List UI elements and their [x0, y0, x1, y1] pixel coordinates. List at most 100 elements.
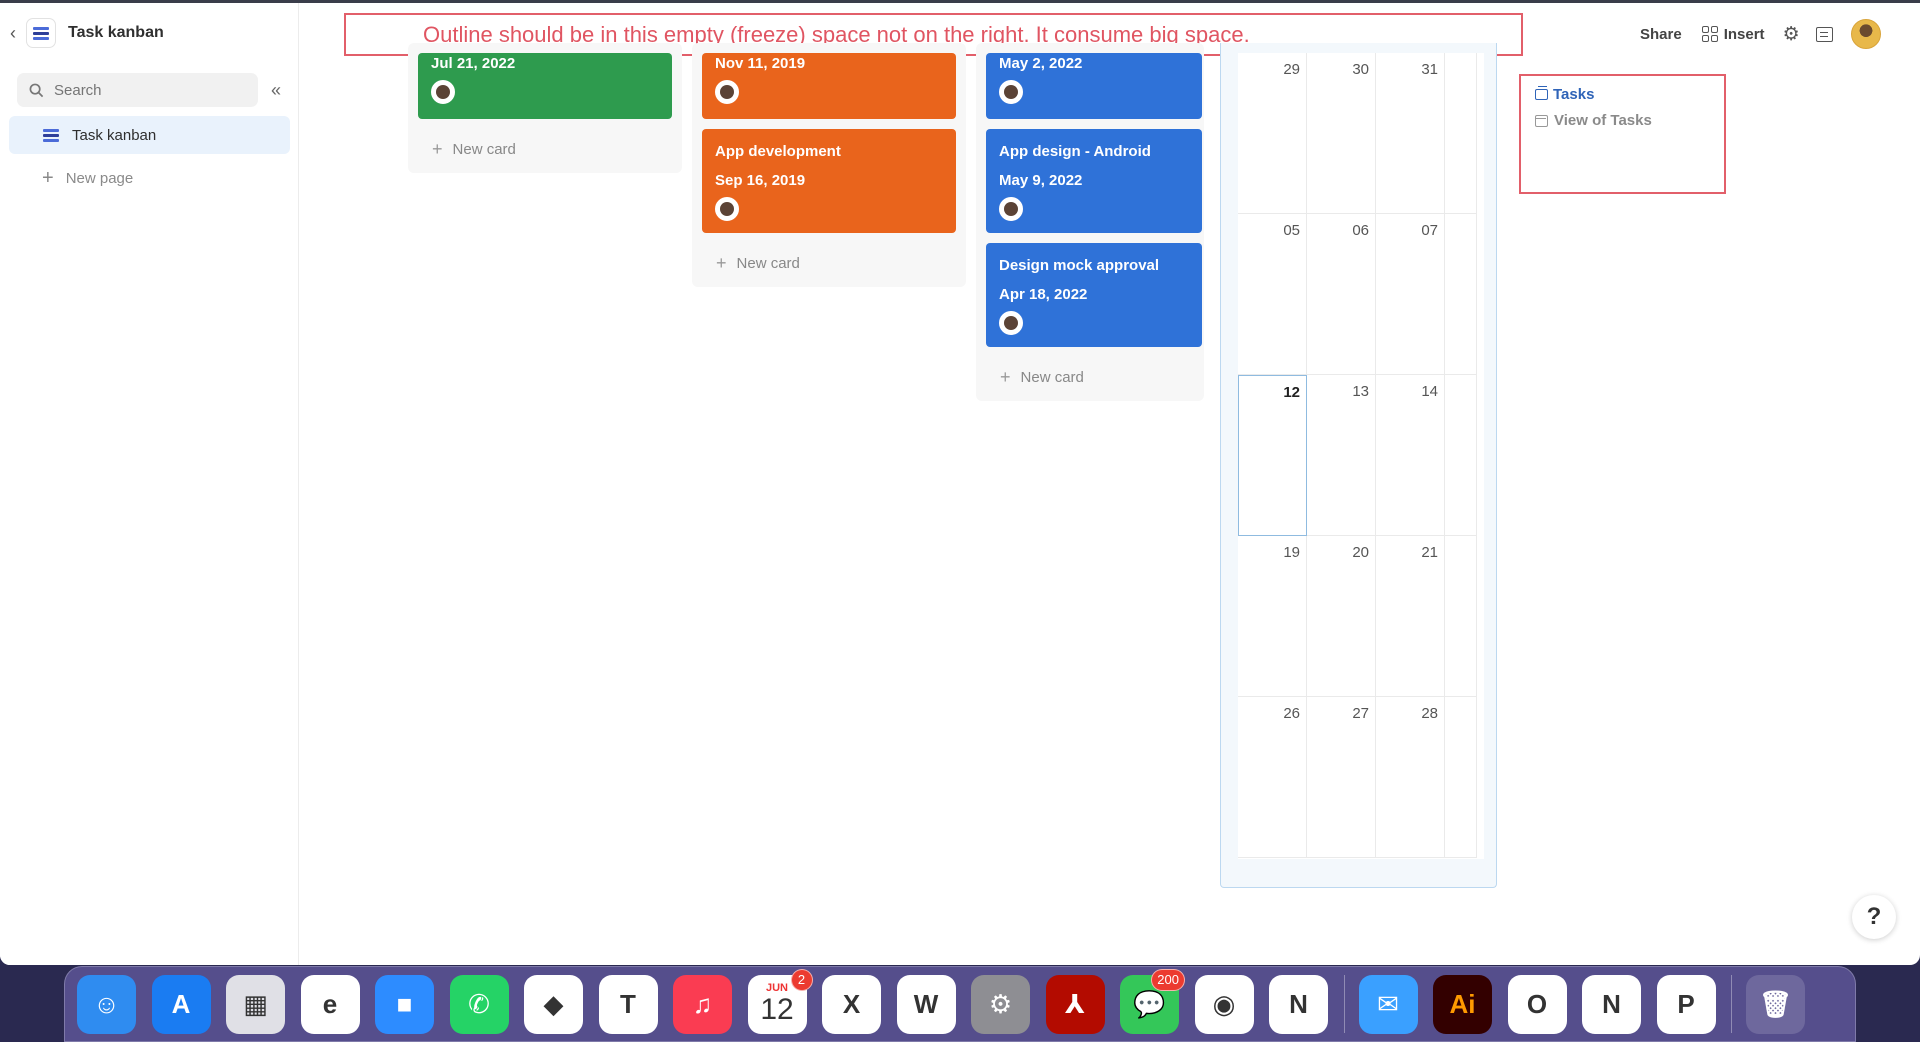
calendar-day-cell[interactable] [1445, 536, 1477, 697]
dock-notion-icon[interactable]: N [1269, 974, 1328, 1034]
dock-news-icon[interactable]: N [1582, 974, 1641, 1034]
dock-acrobat-icon[interactable]: ⅄ [1045, 974, 1105, 1034]
calendar-day-cell[interactable]: 30 [1307, 53, 1376, 214]
calendar-day-cell[interactable]: 29 [1238, 53, 1307, 214]
dock-outlook-icon[interactable]: O [1507, 974, 1567, 1034]
calendar-day-cell[interactable] [1445, 697, 1477, 858]
dock-system-settings-icon[interactable]: ⚙ [971, 974, 1030, 1034]
card-date: May 9, 2022 [999, 172, 1083, 189]
calendar-day-cell[interactable] [1445, 375, 1477, 536]
outline-item-label: View of Tasks [1554, 112, 1652, 129]
dock-whatsapp-icon[interactable]: ✆ [449, 974, 509, 1034]
gear-icon[interactable]: ⚙ [1783, 23, 1800, 46]
calendar-day-cell[interactable] [1445, 214, 1477, 375]
share-button[interactable]: Share [1640, 26, 1682, 43]
calendar-day-cell[interactable]: 12 [1238, 375, 1307, 536]
avatar [999, 197, 1023, 221]
calendar-day-cell[interactable] [1445, 53, 1477, 214]
plus-icon: + [716, 253, 727, 273]
new-card-label: New card [452, 141, 516, 158]
calendar-day-cell[interactable]: 21 [1376, 536, 1445, 697]
new-card-button[interactable]: + New card [1000, 367, 1084, 388]
dock-excel-icon[interactable]: X [822, 974, 881, 1034]
search-box[interactable] [17, 73, 258, 107]
calendar-day-cell[interactable]: 14 [1376, 375, 1445, 536]
word-glyph: W [913, 988, 939, 1019]
kanban-column: May 2, 2022 App design - Android May 9, … [976, 43, 1204, 401]
affinity-glyph: ◆ [543, 988, 564, 1019]
sidebar-search-row: « [17, 73, 292, 107]
calendar-view: 29 30 31 05 06 07 12 13 14 19 20 21 26 27 28 [1220, 43, 1497, 888]
avatar [715, 197, 739, 221]
calendar-day-cell[interactable]: 26 [1238, 697, 1307, 858]
dock-mail-icon[interactable]: ✉ [1358, 974, 1418, 1034]
system-settings-glyph: ⚙ [988, 988, 1013, 1019]
kanban-card[interactable]: Jul 21, 2022 [418, 53, 672, 119]
calendar-grid: 29 30 31 05 06 07 12 13 14 19 20 21 26 27 28 [1238, 53, 1484, 859]
collapse-sidebar-icon[interactable]: « [271, 80, 281, 101]
kanban-icon [43, 128, 59, 142]
user-avatar[interactable] [1850, 19, 1881, 49]
dock-illustrator-icon[interactable]: Ai [1433, 974, 1492, 1034]
dock-zoom-icon[interactable]: ■ [375, 974, 434, 1034]
dock-messages-icon[interactable]: 💬 200 [1120, 968, 1185, 1034]
card-date: Sep 16, 2019 [715, 172, 806, 189]
sidebar-item-task-kanban[interactable]: Task kanban [9, 116, 290, 154]
dock-word-icon[interactable]: W [896, 974, 956, 1034]
card-title: App development [715, 143, 841, 160]
edge-glyph: e [322, 988, 338, 1019]
dock-app-store-icon[interactable]: A [151, 974, 211, 1034]
back-icon[interactable]: ‹ [0, 23, 26, 44]
new-card-button[interactable]: + New card [716, 253, 800, 274]
outline-item-tasks[interactable]: Tasks [1535, 86, 1710, 103]
new-card-label: New card [1020, 369, 1084, 386]
new-page-button[interactable]: + New page [42, 167, 133, 189]
new-card-label: New card [736, 255, 800, 272]
new-card-button[interactable]: + New card [432, 139, 516, 160]
dock-teams-icon[interactable]: T [598, 974, 658, 1034]
comment-icon[interactable] [1815, 26, 1833, 42]
calendar-day-cell[interactable]: 05 [1238, 214, 1307, 375]
outline-item-view-of-tasks[interactable]: View of Tasks [1535, 112, 1710, 129]
calendar-day-cell[interactable]: 27 [1307, 697, 1376, 858]
calendar-day-cell[interactable]: 06 [1307, 214, 1376, 375]
acrobat-glyph: ⅄ [1065, 988, 1085, 1019]
dock-finder-icon[interactable]: ☺ [77, 974, 136, 1034]
mail-glyph: ✉ [1377, 988, 1399, 1019]
finder-glyph: ☺ [93, 988, 120, 1019]
calendar-day-cell[interactable]: 20 [1307, 536, 1376, 697]
dock-edge-icon[interactable]: e [300, 974, 360, 1034]
dock-powerpoint-icon[interactable]: P [1656, 974, 1716, 1034]
music-glyph: ♫ [692, 988, 713, 1019]
avatar [999, 80, 1023, 104]
search-icon [29, 83, 44, 97]
calendar-glyph: 12 [760, 992, 794, 1026]
help-button[interactable]: ? [1852, 895, 1896, 939]
dock-calendar-icon[interactable]: JUN 12 2 [747, 968, 813, 1034]
kanban-card[interactable]: App design - Android May 9, 2022 [986, 129, 1202, 233]
dock-music-icon[interactable]: ♫ [673, 974, 732, 1034]
calendar-day-cell[interactable]: 13 [1307, 375, 1376, 536]
insert-button[interactable]: Insert [1701, 26, 1765, 43]
dock-chrome-icon[interactable]: ◉ [1194, 974, 1254, 1034]
search-input[interactable] [54, 81, 234, 99]
dock-trash-icon[interactable]: 🗑 [1746, 974, 1805, 1034]
calendar-day-cell[interactable]: 07 [1376, 214, 1445, 375]
kanban-card[interactable]: Design mock approval Apr 18, 2022 [986, 243, 1202, 347]
dock-affinity-icon[interactable]: ◆ [524, 974, 583, 1034]
table-icon [1535, 86, 1548, 100]
calendar-day-cell[interactable]: 31 [1376, 53, 1445, 214]
kanban-card[interactable]: Nov 11, 2019 [702, 53, 956, 119]
dock-launchpad-icon[interactable]: ▦ [226, 974, 285, 1034]
sidebar: ‹ Task kanban « Task kanban + New page [0, 3, 299, 965]
trash-glyph: 🗑 [1758, 988, 1792, 1019]
notion-glyph: N [1289, 988, 1308, 1019]
avatar [431, 80, 455, 104]
calendar-day-cell[interactable]: 19 [1238, 536, 1307, 697]
kanban-card[interactable]: App development Sep 16, 2019 [702, 129, 956, 233]
calendar-day-cell[interactable]: 28 [1376, 697, 1445, 858]
dock-separator [1343, 975, 1345, 1033]
kanban-card[interactable]: May 2, 2022 [986, 53, 1202, 119]
sidebar-title: Task kanban [68, 24, 164, 41]
messages-glyph: 💬 [1133, 988, 1166, 1019]
